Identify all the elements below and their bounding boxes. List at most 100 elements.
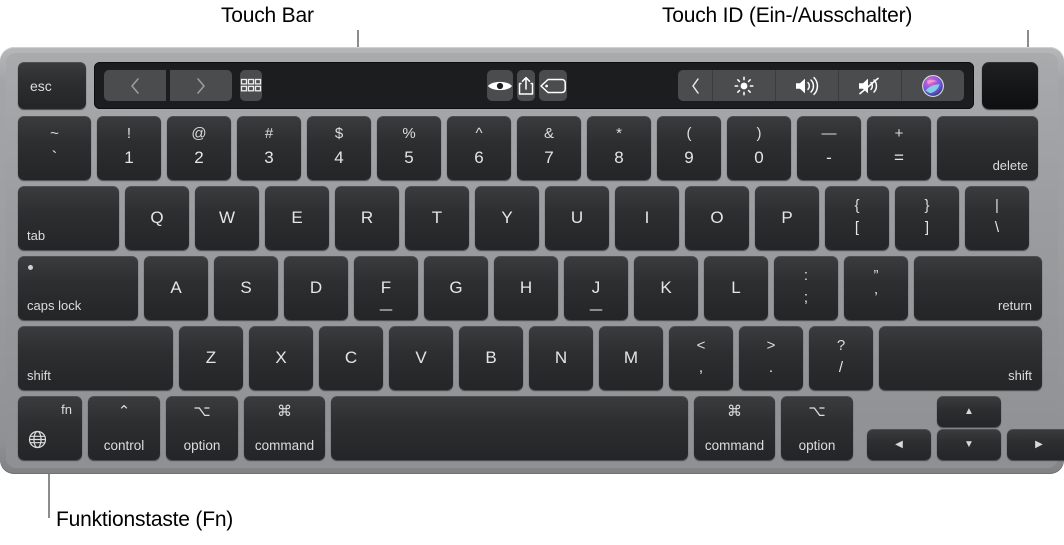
key-z[interactable]: Z <box>179 326 243 390</box>
key-9[interactable]: ( 9 <box>657 116 721 180</box>
mute-icon[interactable] <box>839 70 901 101</box>
key-a[interactable]: A <box>144 256 208 320</box>
tag-icon[interactable] <box>539 70 567 101</box>
key-caps-lock[interactable]: caps lock <box>18 256 138 320</box>
key-q[interactable]: Q <box>125 186 189 250</box>
key-command-right[interactable]: ⌘ command <box>694 396 775 460</box>
keyboard-row-shift: shift Z X C V B N M < , > . ? / shift <box>18 326 1042 390</box>
key-g[interactable]: G <box>424 256 488 320</box>
key-control[interactable]: ⌃ control <box>88 396 160 460</box>
key-label-main: 4 <box>334 148 344 167</box>
quick-look-eye-icon[interactable] <box>487 70 513 101</box>
key-t[interactable]: T <box>405 186 469 250</box>
key-b[interactable]: B <box>459 326 523 390</box>
key-l[interactable]: L <box>704 256 768 320</box>
key-d[interactable]: D <box>284 256 348 320</box>
key-1[interactable]: ! 1 <box>97 116 161 180</box>
key-arrow-up[interactable]: ▲ <box>937 396 1001 427</box>
key-5[interactable]: % 5 <box>377 116 441 180</box>
key-arrow-left[interactable]: ◀ <box>867 429 931 460</box>
key-label-main: L <box>731 278 741 297</box>
key-label-shifted: $ <box>334 125 344 142</box>
key-comma[interactable]: < , <box>669 326 733 390</box>
key-grave[interactable]: ~ ` <box>18 116 91 180</box>
key-y[interactable]: Y <box>475 186 539 250</box>
key-backslash[interactable]: | \ <box>965 186 1029 250</box>
key-label-main: B <box>485 348 497 367</box>
key-i[interactable]: I <box>615 186 679 250</box>
key-space[interactable] <box>331 396 688 460</box>
key-p[interactable]: P <box>755 186 819 250</box>
key-s[interactable]: S <box>214 256 278 320</box>
siri-icon[interactable] <box>902 70 964 101</box>
key-f[interactable]: F <box>354 256 418 320</box>
key-8[interactable]: * 8 <box>587 116 651 180</box>
share-icon[interactable] <box>517 70 535 101</box>
key-arrow-down[interactable]: ▼ <box>937 429 1001 460</box>
key-7[interactable]: & 7 <box>517 116 581 180</box>
key-4[interactable]: $ 4 <box>307 116 371 180</box>
key-label-main: 5 <box>404 148 414 167</box>
key-6[interactable]: ^ 6 <box>447 116 511 180</box>
key-label-main: 9 <box>684 148 694 167</box>
key-n[interactable]: N <box>529 326 593 390</box>
key-label-main: \ <box>994 219 1000 236</box>
key-quote[interactable]: ” ’ <box>844 256 908 320</box>
expand-control-strip-icon[interactable] <box>678 70 712 101</box>
globe-icon <box>28 430 47 454</box>
key-3[interactable]: # 3 <box>237 116 301 180</box>
key-semicolon[interactable]: : ; <box>774 256 838 320</box>
touch-bar[interactable] <box>94 62 974 109</box>
key-label-shifted: ? <box>836 337 846 354</box>
key-slash[interactable]: ? / <box>809 326 873 390</box>
key-label-shifted: ^ <box>475 125 483 142</box>
key-x[interactable]: X <box>249 326 313 390</box>
key-esc[interactable]: esc <box>18 62 86 109</box>
brightness-icon[interactable] <box>713 70 775 101</box>
arrow-key-cluster: ◀ ▲ ▼ ▶ <box>867 396 1064 460</box>
key-label-shifted: : <box>803 267 809 284</box>
key-return[interactable]: return <box>914 256 1042 320</box>
key-fn[interactable]: fn <box>18 396 82 460</box>
key-period[interactable]: > . <box>739 326 803 390</box>
key-h[interactable]: H <box>494 256 558 320</box>
key-label-main: O <box>710 208 724 227</box>
back-icon[interactable] <box>104 70 166 101</box>
key-delete[interactable]: delete <box>937 116 1038 180</box>
key-0[interactable]: ) 0 <box>727 116 791 180</box>
key-k[interactable]: K <box>634 256 698 320</box>
key-minus[interactable]: — - <box>797 116 861 180</box>
key-touch-id[interactable] <box>982 62 1038 109</box>
key-bracket-right[interactable]: } ] <box>895 186 959 250</box>
key-2[interactable]: @ 2 <box>167 116 231 180</box>
key-equals[interactable]: + = <box>867 116 931 180</box>
key-label-main: delete <box>992 158 1028 173</box>
key-e[interactable]: E <box>265 186 329 250</box>
key-tab[interactable]: tab <box>18 186 119 250</box>
key-j[interactable]: J <box>564 256 628 320</box>
key-option-left[interactable]: ⌥ option <box>166 396 238 460</box>
key-w[interactable]: W <box>195 186 259 250</box>
key-shift-left[interactable]: shift <box>18 326 173 390</box>
key-label-shifted: ( <box>686 125 692 142</box>
key-label-main: 7 <box>544 148 554 167</box>
key-label-main: ] <box>924 219 930 236</box>
key-r[interactable]: R <box>335 186 399 250</box>
key-label-main: U <box>570 208 584 227</box>
forward-icon[interactable] <box>170 70 232 101</box>
key-v[interactable]: V <box>389 326 453 390</box>
key-label-main: ` <box>51 148 58 167</box>
volume-up-icon[interactable] <box>776 70 838 101</box>
key-label-main: I <box>644 208 650 227</box>
key-o[interactable]: O <box>685 186 749 250</box>
key-arrow-right[interactable]: ▶ <box>1007 429 1064 460</box>
icon-view-grid-icon[interactable] <box>240 70 262 101</box>
key-m[interactable]: M <box>599 326 663 390</box>
key-u[interactable]: U <box>545 186 609 250</box>
key-label-main: 1 <box>124 148 134 167</box>
key-command-left[interactable]: ⌘ command <box>244 396 325 460</box>
key-c[interactable]: C <box>319 326 383 390</box>
key-shift-right[interactable]: shift <box>879 326 1042 390</box>
key-bracket-left[interactable]: { [ <box>825 186 889 250</box>
key-option-right[interactable]: ⌥ option <box>781 396 853 460</box>
